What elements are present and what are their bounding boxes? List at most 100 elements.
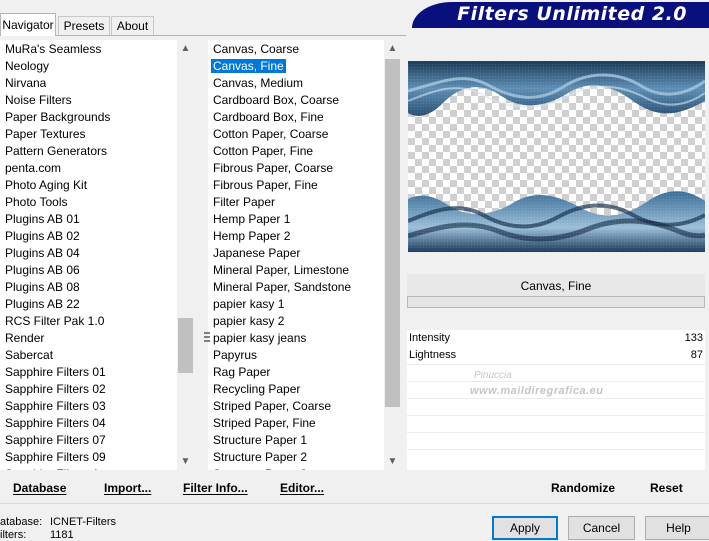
chevron-down-icon[interactable]: ▼ xyxy=(177,453,194,470)
filter-item-label: Cotton Paper, Coarse xyxy=(213,127,329,141)
filter-item[interactable]: Striped Paper, Coarse xyxy=(208,398,384,415)
filter-item-label: Filter Paper xyxy=(213,195,276,209)
filter-item[interactable]: Structure Paper 3 xyxy=(208,466,384,470)
category-item-label: Neology xyxy=(5,59,50,73)
divider xyxy=(407,398,705,399)
parameter-row[interactable]: Intensity 133 xyxy=(407,330,705,347)
filter-item[interactable]: papier kasy 2 xyxy=(208,313,384,330)
filter-item-label: Structure Paper 3 xyxy=(213,467,307,470)
category-item[interactable]: Sapphire Filters 1 xyxy=(0,466,177,470)
apply-button[interactable]: Apply xyxy=(492,516,558,540)
category-item[interactable]: Sapphire Filters 04 xyxy=(0,415,177,432)
filter-item[interactable]: Cardboard Box, Fine xyxy=(208,109,384,126)
filter-item[interactable]: Cardboard Box, Coarse xyxy=(208,92,384,109)
divider xyxy=(407,432,705,433)
filter-item[interactable]: Hemp Paper 1 xyxy=(208,211,384,228)
tab-presets[interactable]: Presets xyxy=(58,16,110,35)
category-item[interactable]: Plugins AB 01 xyxy=(0,211,177,228)
category-item[interactable]: Photo Aging Kit xyxy=(0,177,177,194)
category-item[interactable]: Plugins AB 06 xyxy=(0,262,177,279)
filter-item-label: Canvas, Coarse xyxy=(213,42,300,56)
database-button[interactable]: Database xyxy=(13,481,66,495)
category-item-label: Sapphire Filters 1 xyxy=(5,467,99,470)
category-item[interactable]: Sapphire Filters 09 xyxy=(0,449,177,466)
reset-button[interactable]: Reset xyxy=(650,481,683,495)
filter-item[interactable]: Cotton Paper, Fine xyxy=(208,143,384,160)
category-item[interactable]: Plugins AB 04 xyxy=(0,245,177,262)
filter-scroll-thumb[interactable] xyxy=(385,59,400,407)
category-item-label: Paper Textures xyxy=(5,127,86,141)
category-item[interactable]: Paper Textures xyxy=(0,126,177,143)
category-item[interactable]: RCS Filter Pak 1.0 xyxy=(0,313,177,330)
filter-item[interactable]: Fibrous Paper, Fine xyxy=(208,177,384,194)
filter-item[interactable]: Mineral Paper, Limestone xyxy=(208,262,384,279)
category-item[interactable]: Sapphire Filters 01 xyxy=(0,364,177,381)
filter-item-label: papier kasy jeans xyxy=(213,331,307,345)
import-button[interactable]: Import... xyxy=(104,481,151,495)
parameter-value[interactable]: 133 xyxy=(685,330,703,347)
category-scroll-thumb[interactable] xyxy=(178,318,193,373)
chevron-up-icon[interactable]: ▲ xyxy=(384,40,401,57)
editor-button[interactable]: Editor... xyxy=(280,481,324,495)
filter-item-label: Fibrous Paper, Fine xyxy=(213,178,318,192)
filter-item-label: Mineral Paper, Limestone xyxy=(213,263,350,277)
parameter-row[interactable]: Lightness 87 xyxy=(407,347,705,364)
filter-item[interactable]: Fibrous Paper, Coarse xyxy=(208,160,384,177)
category-item[interactable]: MuRa's Seamless xyxy=(0,41,177,58)
cancel-button[interactable]: Cancel xyxy=(568,516,635,540)
filter-item[interactable]: Hemp Paper 2 xyxy=(208,228,384,245)
filter-item[interactable]: Mineral Paper, Sandstone xyxy=(208,279,384,296)
watermark-name: Pinuccia xyxy=(474,370,512,381)
filter-item[interactable]: Recycling Paper xyxy=(208,381,384,398)
filter-item[interactable]: Structure Paper 2 xyxy=(208,449,384,466)
category-item-label: Plugins AB 02 xyxy=(5,229,80,243)
category-item[interactable]: Sapphire Filters 03 xyxy=(0,398,177,415)
tab-about[interactable]: About xyxy=(111,16,154,35)
category-item[interactable]: Sabercat xyxy=(0,347,177,364)
filter-item[interactable]: papier kasy jeans xyxy=(208,330,384,347)
category-item[interactable]: Nirvana xyxy=(0,75,177,92)
filter-list[interactable]: Canvas, Coarse Canvas, Fine Canvas, Medium… xyxy=(208,40,384,470)
category-item[interactable]: Noise Filters xyxy=(0,92,177,109)
parameter-value[interactable]: 87 xyxy=(691,347,703,364)
tab-navigator[interactable]: Navigator xyxy=(0,13,56,36)
filter-item-label: Canvas, Medium xyxy=(213,76,304,90)
filter-item[interactable]: Canvas, Coarse xyxy=(208,41,384,58)
category-item[interactable]: Plugins AB 08 xyxy=(0,279,177,296)
category-item[interactable]: Plugins AB 22 xyxy=(0,296,177,313)
category-item-label: Photo Tools xyxy=(5,195,68,209)
category-item[interactable]: Sapphire Filters 02 xyxy=(0,381,177,398)
help-button[interactable]: Help xyxy=(645,516,709,540)
category-item[interactable]: Plugins AB 02 xyxy=(0,228,177,245)
filter-item[interactable]: Cotton Paper, Coarse xyxy=(208,126,384,143)
filter-item-label: papier kasy 1 xyxy=(213,297,285,311)
filter-item[interactable]: Striped Paper, Fine xyxy=(208,415,384,432)
chevron-down-icon[interactable]: ▼ xyxy=(384,453,401,470)
filter-scrollbar[interactable]: ▲ ▼ xyxy=(384,40,401,470)
filter-item[interactable]: Papyrus xyxy=(208,347,384,364)
category-item-label: Render xyxy=(5,331,45,345)
randomize-button[interactable]: Randomize xyxy=(551,481,615,495)
filter-item[interactable]: Filter Paper xyxy=(208,194,384,211)
filter-item[interactable]: Rag Paper xyxy=(208,364,384,381)
chevron-up-icon[interactable]: ▲ xyxy=(177,40,194,57)
category-item[interactable]: penta.com xyxy=(0,160,177,177)
category-item[interactable]: Sapphire Filters 07 xyxy=(0,432,177,449)
category-list[interactable]: MuRa's Seamless Neology Nirvana Noise Filte… xyxy=(0,40,177,470)
category-item-label: Pattern Generators xyxy=(5,144,108,158)
filter-item[interactable]: Canvas, Medium xyxy=(208,75,384,92)
filter-item[interactable]: Canvas, Fine xyxy=(208,58,384,75)
filter-item-label: Mineral Paper, Sandstone xyxy=(213,280,352,294)
filter-item[interactable]: Japanese Paper xyxy=(208,245,384,262)
category-item[interactable]: Neology xyxy=(0,58,177,75)
category-item[interactable]: Pattern Generators xyxy=(0,143,177,160)
filter-item-label: Recycling Paper xyxy=(213,382,301,396)
category-scrollbar[interactable]: ▲ ▼ xyxy=(177,40,194,470)
filter-item[interactable]: Structure Paper 1 xyxy=(208,432,384,449)
category-item[interactable]: Photo Tools xyxy=(0,194,177,211)
filter-item[interactable]: papier kasy 1 xyxy=(208,296,384,313)
filter-info-button[interactable]: Filter Info... xyxy=(183,481,248,495)
category-item[interactable]: Paper Backgrounds xyxy=(0,109,177,126)
category-item[interactable]: Render xyxy=(0,330,177,347)
filter-name-label: Canvas, Fine xyxy=(407,274,705,296)
